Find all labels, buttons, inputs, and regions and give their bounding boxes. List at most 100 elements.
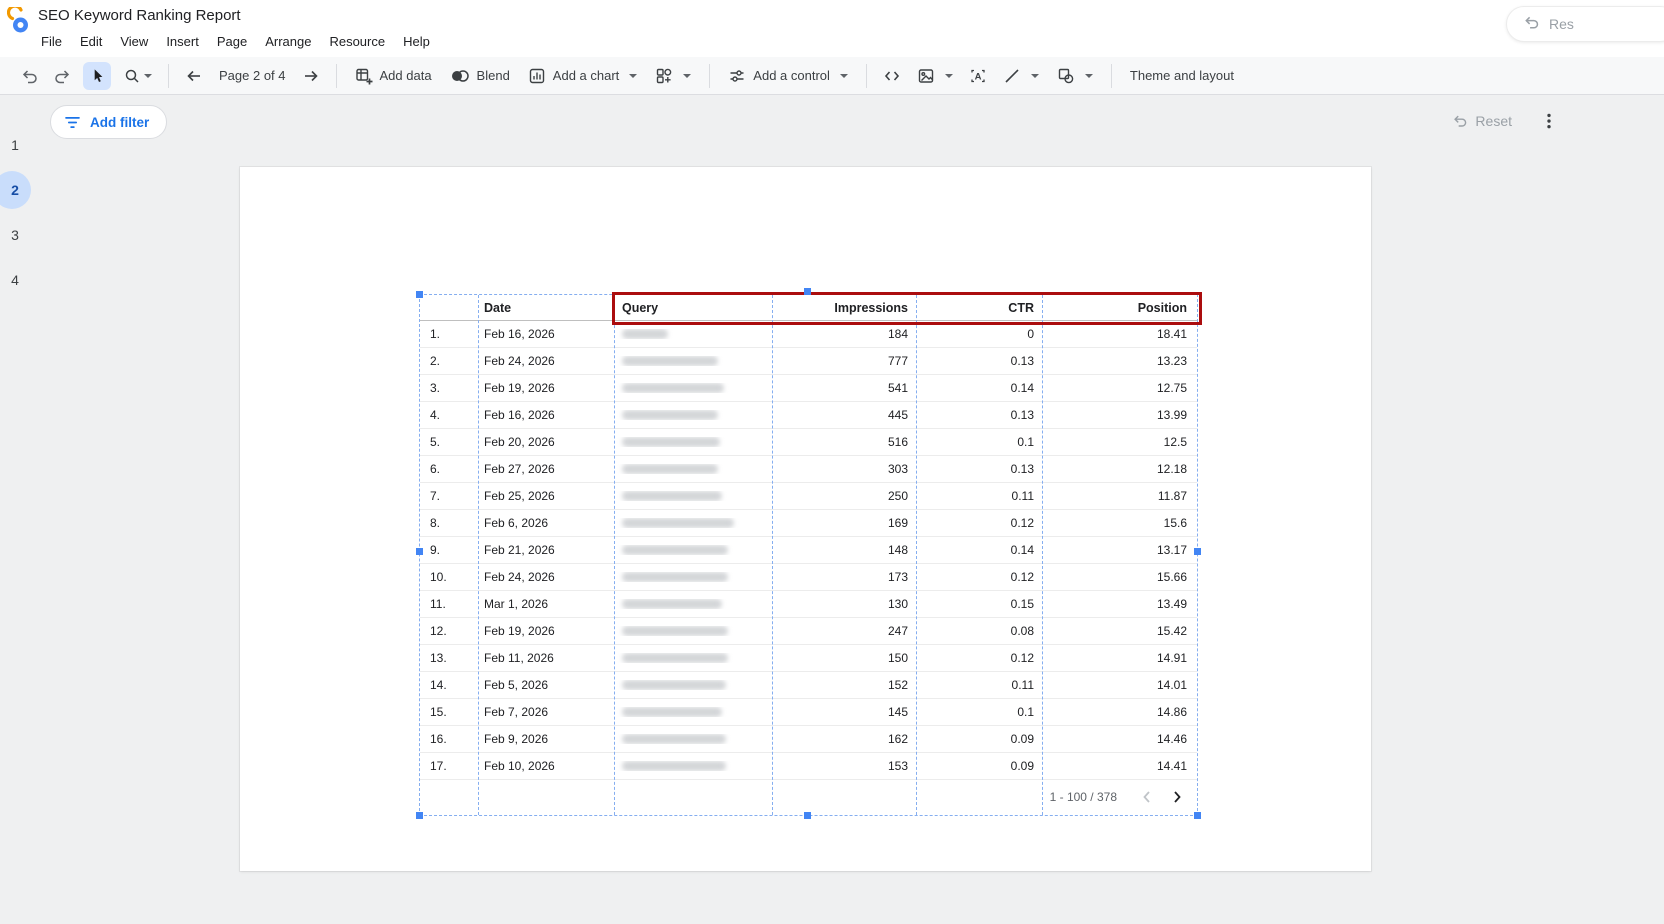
selection-handle[interactable]	[416, 812, 423, 819]
table-row: 7.Feb 25, 20262500.1111.87	[420, 483, 1197, 510]
undo-button[interactable]	[14, 61, 46, 91]
menu-item-page[interactable]: Page	[208, 30, 256, 53]
table-pagination: 1 - 100 / 378	[420, 780, 1197, 814]
selection-handle[interactable]	[416, 548, 423, 555]
more-options-button[interactable]	[1540, 112, 1558, 130]
page-thumbnail-3[interactable]: 3	[0, 212, 30, 257]
image-icon	[917, 67, 935, 85]
menu-item-resource[interactable]: Resource	[320, 30, 394, 53]
selection-handle[interactable]	[416, 291, 423, 298]
prev-page-button[interactable]	[178, 61, 210, 91]
cell-rownum: 10.	[420, 570, 478, 584]
blend-button[interactable]: Blend	[441, 61, 519, 91]
page-rail: 1234	[0, 122, 30, 302]
cell-rownum: 11.	[420, 597, 478, 611]
cursor-icon	[90, 68, 105, 83]
redacted-query-value	[622, 437, 720, 447]
cell-rownum: 6.	[420, 462, 478, 476]
toolbar: Page 2 of 4 Add data Blend Add a chart	[0, 57, 1664, 95]
column-header-date: Date	[478, 301, 614, 315]
community-visualizations-button[interactable]	[646, 61, 700, 91]
toolbar-divider	[709, 64, 710, 88]
report-canvas-page[interactable]: DateQueryImpressionsCTRPosition 1.Feb 16…	[240, 167, 1371, 871]
looker-studio-window: SEO Keyword Ranking Report FileEditViewI…	[0, 0, 1664, 924]
cell-date: Feb 24, 2026	[478, 354, 614, 368]
reset-button[interactable]: Reset	[1452, 113, 1512, 129]
redo-button[interactable]	[46, 61, 78, 91]
cell-ctr: 0.13	[916, 354, 1042, 368]
menu-item-insert[interactable]: Insert	[157, 30, 208, 53]
menu-item-edit[interactable]: Edit	[71, 30, 111, 53]
report-title[interactable]: SEO Keyword Ranking Report	[38, 7, 241, 24]
cell-position: 15.6	[1042, 516, 1197, 530]
table-header-row: DateQueryImpressionsCTRPosition	[420, 295, 1197, 321]
page-indicator[interactable]: Page 2 of 4	[210, 61, 295, 91]
arrow-right-icon	[302, 67, 320, 85]
cell-query	[614, 383, 772, 393]
cell-ctr: 0.09	[916, 759, 1042, 773]
cell-impressions: 516	[772, 435, 916, 449]
menu-item-view[interactable]: View	[111, 30, 157, 53]
theme-layout-button[interactable]: Theme and layout	[1121, 61, 1243, 91]
looker-studio-logo[interactable]	[7, 7, 31, 35]
menu-item-file[interactable]: File	[32, 30, 71, 53]
add-control-button[interactable]: Add a control	[719, 61, 857, 91]
chevron-down-icon	[629, 74, 637, 78]
table-chart[interactable]: DateQueryImpressionsCTRPosition 1.Feb 16…	[420, 295, 1197, 815]
column-header-position: Position	[1042, 301, 1197, 315]
cell-date: Feb 25, 2026	[478, 489, 614, 503]
arrow-left-icon	[185, 67, 203, 85]
menu-item-help[interactable]: Help	[394, 30, 439, 53]
cell-date: Feb 19, 2026	[478, 624, 614, 638]
cell-ctr: 0.14	[916, 543, 1042, 557]
page-thumbnail-4[interactable]: 4	[0, 257, 30, 302]
table-row: 17.Feb 10, 20261530.0914.41	[420, 753, 1197, 780]
text-button[interactable]: A	[962, 61, 994, 91]
cell-ctr: 0.08	[916, 624, 1042, 638]
page-thumbnail-1[interactable]: 1	[0, 122, 30, 167]
cell-date: Feb 5, 2026	[478, 678, 614, 692]
cell-rownum: 7.	[420, 489, 478, 503]
select-tool-button[interactable]	[83, 62, 111, 90]
cell-impressions: 250	[772, 489, 916, 503]
cell-date: Feb 19, 2026	[478, 381, 614, 395]
table-row: 4.Feb 16, 20264450.1313.99	[420, 402, 1197, 429]
chevron-down-icon	[144, 74, 152, 78]
selection-handle[interactable]	[1194, 812, 1201, 819]
selection-handle[interactable]	[804, 812, 811, 819]
redacted-query-value	[622, 329, 668, 339]
redacted-query-value	[622, 545, 728, 555]
embed-code-button[interactable]	[876, 61, 908, 91]
menu-item-arrange[interactable]: Arrange	[256, 30, 320, 53]
shape-button[interactable]	[1048, 61, 1102, 91]
next-page-button[interactable]	[295, 61, 327, 91]
cell-ctr: 0.11	[916, 678, 1042, 692]
cell-rownum: 5.	[420, 435, 478, 449]
page-indicator-label: Page 2 of 4	[219, 68, 286, 83]
add-data-button[interactable]: Add data	[346, 61, 441, 91]
cell-date: Feb 24, 2026	[478, 570, 614, 584]
cell-ctr: 0.1	[916, 705, 1042, 719]
cell-ctr: 0.12	[916, 651, 1042, 665]
redacted-query-value	[622, 518, 734, 528]
selection-handle[interactable]	[804, 288, 811, 295]
add-filter-button[interactable]: Add filter	[50, 105, 167, 139]
table-row: 12.Feb 19, 20262470.0815.42	[420, 618, 1197, 645]
chevron-down-icon	[1031, 74, 1039, 78]
toolbar-divider	[168, 64, 169, 88]
cell-ctr: 0.12	[916, 516, 1042, 530]
pagination-prev-icon[interactable]	[1139, 789, 1155, 805]
selection-handle[interactable]	[1194, 548, 1201, 555]
add-data-label: Add data	[380, 68, 432, 83]
redacted-query-value	[622, 599, 722, 609]
zoom-tool-button[interactable]	[116, 61, 159, 91]
line-button[interactable]	[994, 61, 1048, 91]
top-right-reset-button[interactable]: Res	[1506, 6, 1664, 42]
page-thumbnail-2[interactable]: 2	[0, 167, 30, 212]
cell-date: Feb 20, 2026	[478, 435, 614, 449]
add-chart-button[interactable]: Add a chart	[519, 61, 647, 91]
toolbar-divider	[336, 64, 337, 88]
chevron-down-icon	[1085, 74, 1093, 78]
image-button[interactable]	[908, 61, 962, 91]
pagination-next-icon[interactable]	[1169, 789, 1185, 805]
